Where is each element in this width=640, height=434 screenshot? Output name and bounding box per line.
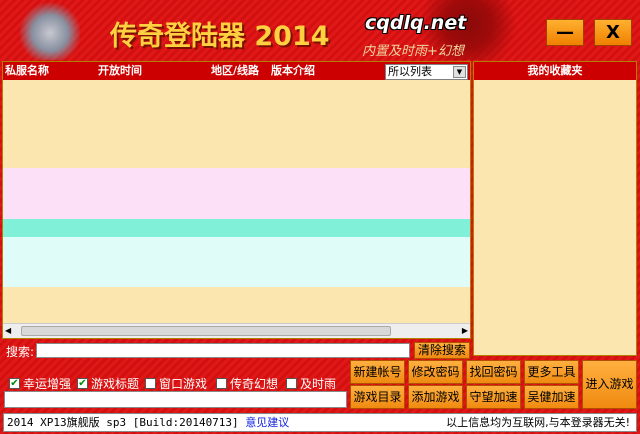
logo-warrior	[20, 0, 80, 60]
option-rain[interactable]: 及时雨	[286, 375, 336, 392]
checkbox-checked-icon[interactable]: ✔	[9, 378, 20, 389]
game-directory-button[interactable]: 游戏目录	[350, 385, 405, 409]
list-row[interactable]	[3, 237, 470, 287]
add-game-button[interactable]: 添加游戏	[408, 385, 463, 409]
search-input[interactable]	[36, 343, 410, 358]
option-lucky[interactable]: ✔ 幸运增强	[9, 375, 71, 392]
version-text: 2014 XP13旗舰版 sp3 [Build:20140713]	[7, 416, 239, 429]
favorites-panel: 我的收藏夹	[473, 61, 637, 356]
wujian-accelerate-button[interactable]: 吴健加速	[524, 385, 579, 409]
server-list: 私服名称 开放时间 地区/线路 版本介绍 ◀ ▶	[2, 61, 471, 339]
disclaimer-text: 以上信息均为互联网,与本登录器无关!	[446, 416, 630, 429]
scroll-thumb[interactable]	[21, 326, 391, 336]
enter-game-button[interactable]: 进入游戏	[582, 360, 637, 409]
app-title: 传奇登陆器 2014	[110, 21, 330, 52]
option-window[interactable]: 窗口游戏	[145, 375, 207, 392]
horizontal-scrollbar[interactable]: ◀ ▶	[3, 323, 470, 338]
minimize-button[interactable]: —	[546, 19, 584, 46]
favorites-title: 我的收藏夹	[474, 62, 636, 80]
change-password-button[interactable]: 修改密码	[408, 360, 463, 384]
option-label: 窗口游戏	[159, 377, 208, 391]
scroll-left-icon[interactable]: ◀	[5, 326, 11, 335]
option-fantasy[interactable]: 传奇幻想	[216, 375, 278, 392]
close-button[interactable]: X	[594, 19, 632, 46]
chevron-down-icon[interactable]: ▼	[453, 66, 466, 78]
scroll-right-icon[interactable]: ▶	[462, 326, 468, 335]
col-region[interactable]: 地区/线路	[211, 62, 259, 80]
site-name: cqdlq.net	[365, 12, 467, 34]
checkbox-checked-icon[interactable]: ✔	[77, 378, 88, 389]
checkbox-icon[interactable]	[216, 378, 227, 389]
col-time[interactable]: 开放时间	[98, 62, 142, 80]
list-row[interactable]	[3, 81, 470, 168]
list-row[interactable]	[3, 168, 470, 219]
option-label: 游戏标题	[91, 377, 140, 391]
col-name[interactable]: 私服名称	[5, 62, 49, 80]
checkbox-icon[interactable]	[145, 378, 156, 389]
option-label: 幸运增强	[23, 377, 72, 391]
col-version[interactable]: 版本介绍	[271, 62, 315, 80]
status-bar: 2014 XP13旗舰版 sp3 [Build:20140713] 意见建议 以…	[3, 413, 637, 432]
list-row[interactable]	[3, 287, 470, 323]
list-row[interactable]	[3, 219, 470, 237]
recover-password-button[interactable]: 找回密码	[466, 360, 521, 384]
info-input[interactable]	[4, 391, 347, 408]
option-title[interactable]: ✔ 游戏标题	[77, 375, 139, 392]
option-label: 传奇幻想	[230, 377, 279, 391]
clear-search-button[interactable]: 清除搜索	[414, 342, 470, 359]
filter-value: 所以列表	[388, 65, 432, 78]
search-label: 搜索:	[6, 345, 35, 359]
list-filter-select[interactable]: 所以列表 ▼	[385, 64, 468, 80]
subtitle: 内置及时雨+幻想	[362, 44, 464, 59]
feedback-link[interactable]: 意见建议	[245, 416, 289, 429]
checkbox-icon[interactable]	[286, 378, 297, 389]
new-account-button[interactable]: 新建帐号	[350, 360, 405, 384]
more-tools-button[interactable]: 更多工具	[524, 360, 579, 384]
option-label: 及时雨	[300, 377, 337, 391]
watch-accelerate-button[interactable]: 守望加速	[466, 385, 521, 409]
